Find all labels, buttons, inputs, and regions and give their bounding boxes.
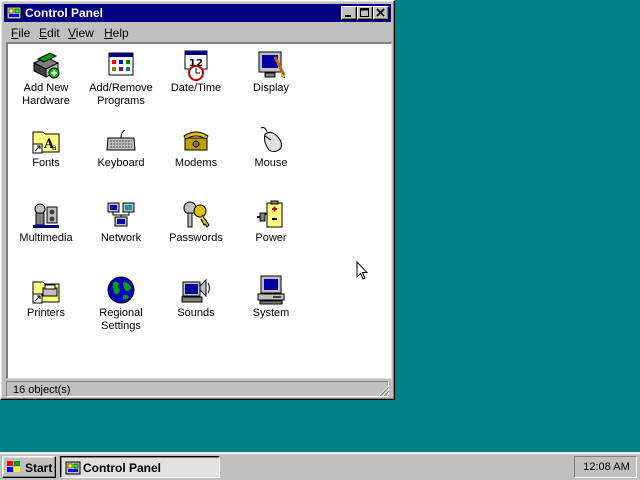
item-fonts[interactable]: A a Fonts	[9, 120, 83, 192]
item-date-time[interactable]: 12 Date/Time	[159, 45, 233, 117]
item-label: Date/Time	[170, 82, 222, 94]
item-add-remove-programs[interactable]: Add/Remove Programs	[84, 45, 158, 117]
item-display[interactable]: Display	[234, 45, 308, 117]
clock[interactable]: 12:08 AM	[575, 461, 638, 473]
item-label: Network	[100, 232, 142, 244]
item-multimedia[interactable]: Multimedia	[9, 195, 83, 267]
minimize-button[interactable]	[341, 6, 357, 20]
keyboard-icon	[106, 129, 136, 151]
item-passwords[interactable]: Passwords	[159, 195, 233, 267]
start-button[interactable]: Start	[2, 456, 56, 478]
item-regional-settings[interactable]: Regional Settings	[84, 270, 158, 342]
status-text: 16 object(s)	[6, 381, 389, 397]
fonts-icon: A a	[32, 131, 60, 154]
item-label: Sounds	[177, 307, 215, 319]
network-icon	[107, 202, 135, 227]
menu-bar: File Edit View Help	[4, 23, 391, 42]
menu-view[interactable]: View	[68, 26, 94, 40]
mouse-icon	[260, 127, 282, 153]
svg-text:a: a	[52, 143, 57, 152]
item-label: Regional Settings	[99, 307, 143, 332]
add-remove-programs-icon	[108, 52, 134, 76]
windows-logo-icon	[7, 461, 20, 472]
item-label: Power	[255, 232, 287, 244]
item-add-new-hardware[interactable]: Add New Hardware	[9, 45, 83, 117]
add-hardware-icon	[32, 52, 60, 79]
control-panel-window: Control Panel File Edit View Help Add Ne…	[0, 0, 395, 400]
start-label: Start	[25, 461, 53, 475]
item-label: Mouse	[254, 157, 288, 169]
control-panel-icon	[65, 461, 81, 475]
item-label: Add New Hardware	[22, 82, 70, 107]
system-tray: 12:08 AM	[574, 456, 637, 478]
item-power[interactable]: Power	[234, 195, 308, 267]
close-icon	[376, 8, 385, 17]
item-label: Add/Remove Programs	[89, 82, 153, 107]
date-time-icon: 12	[184, 50, 208, 81]
item-printers[interactable]: Printers	[9, 270, 83, 342]
item-keyboard[interactable]: Keyboard	[84, 120, 158, 192]
item-network[interactable]: Network	[84, 195, 158, 267]
item-label: Passwords	[169, 232, 223, 244]
maximize-icon	[360, 8, 369, 17]
taskbar-button-label: Control Panel	[83, 461, 162, 475]
control-panel-icon	[6, 6, 22, 20]
mouse-cursor-icon	[356, 261, 368, 280]
window-title: Control Panel	[25, 6, 104, 20]
resize-grip-icon[interactable]	[378, 385, 390, 397]
passwords-icon	[183, 201, 210, 228]
menu-file[interactable]: File	[11, 26, 30, 40]
item-label: System	[252, 307, 290, 319]
item-mouse[interactable]: Mouse	[234, 120, 308, 192]
multimedia-icon	[33, 203, 59, 228]
power-icon	[257, 200, 283, 228]
item-label: Printers	[27, 307, 65, 319]
printers-icon	[32, 281, 60, 304]
item-label: Fonts	[32, 157, 60, 169]
item-sounds[interactable]: Sounds	[159, 270, 233, 342]
item-label: Modems	[174, 157, 218, 169]
item-system[interactable]: System	[234, 270, 308, 342]
title-bar[interactable]: Control Panel	[4, 4, 391, 22]
item-label: Multimedia	[19, 232, 73, 244]
modems-icon	[183, 131, 209, 151]
taskbar-button-control-panel[interactable]: Control Panel	[60, 456, 220, 478]
taskbar: Start Control Panel 12:08 AM	[0, 452, 640, 480]
close-button[interactable]	[373, 6, 389, 20]
system-icon	[257, 275, 285, 305]
status-bar: 16 object(s)	[4, 380, 391, 398]
item-label: Keyboard	[97, 157, 145, 169]
sounds-icon	[181, 278, 210, 303]
display-icon	[258, 51, 286, 79]
menu-edit[interactable]: Edit	[39, 26, 60, 40]
control-panel-content: Add New Hardware Add/Remove Programs 12	[6, 42, 392, 379]
menu-help[interactable]: Help	[104, 26, 129, 40]
maximize-button[interactable]	[357, 6, 373, 20]
item-label: Display	[252, 82, 290, 94]
regional-settings-icon	[107, 276, 135, 304]
minimize-icon	[345, 15, 351, 17]
item-modems[interactable]: Modems	[159, 120, 233, 192]
